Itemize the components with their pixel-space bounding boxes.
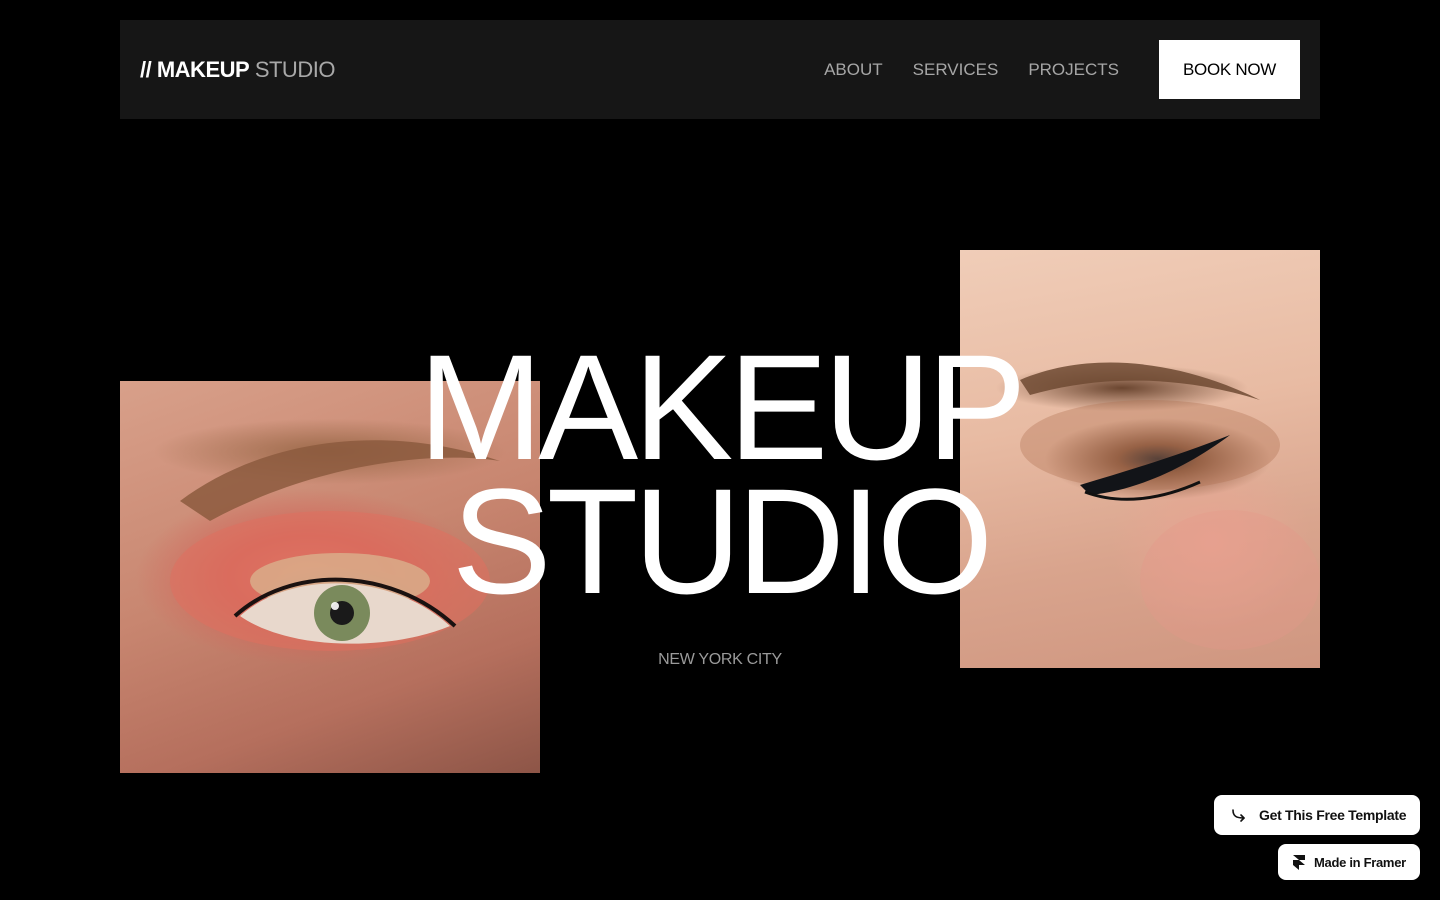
page: // MAKEUP STUDIO ABOUT SERVICES PROJECTS… xyxy=(0,0,1440,900)
made-in-framer-badge[interactable]: Made in Framer xyxy=(1278,844,1420,880)
hero-title-line2: STUDIO xyxy=(451,457,994,625)
top-navbar: // MAKEUP STUDIO ABOUT SERVICES PROJECTS… xyxy=(120,20,1320,119)
nav-link-services[interactable]: SERVICES xyxy=(913,60,999,80)
nav-link-about[interactable]: ABOUT xyxy=(824,60,883,80)
get-template-badge[interactable]: Get This Free Template xyxy=(1214,795,1420,835)
nav-link-projects[interactable]: PROJECTS xyxy=(1028,60,1119,80)
logo-prefix: // MAKEUP xyxy=(140,56,250,82)
hero-title-line1: MAKEUP xyxy=(418,323,1026,491)
get-template-label: Get This Free Template xyxy=(1259,807,1407,823)
nav-right: ABOUT SERVICES PROJECTS BOOK NOW xyxy=(824,40,1300,99)
framer-logo-icon xyxy=(1292,854,1306,870)
book-now-button[interactable]: BOOK NOW xyxy=(1159,40,1300,99)
hero-title: MAKEUP STUDIO xyxy=(0,323,1440,625)
site-logo[interactable]: // MAKEUP STUDIO xyxy=(140,57,335,83)
logo-suffix: STUDIO xyxy=(254,56,336,82)
made-in-framer-label: Made in Framer xyxy=(1314,854,1406,870)
arrow-return-icon xyxy=(1230,806,1248,824)
nav-links: ABOUT SERVICES PROJECTS xyxy=(824,60,1119,80)
hero-location: NEW YORK CITY xyxy=(658,651,782,668)
